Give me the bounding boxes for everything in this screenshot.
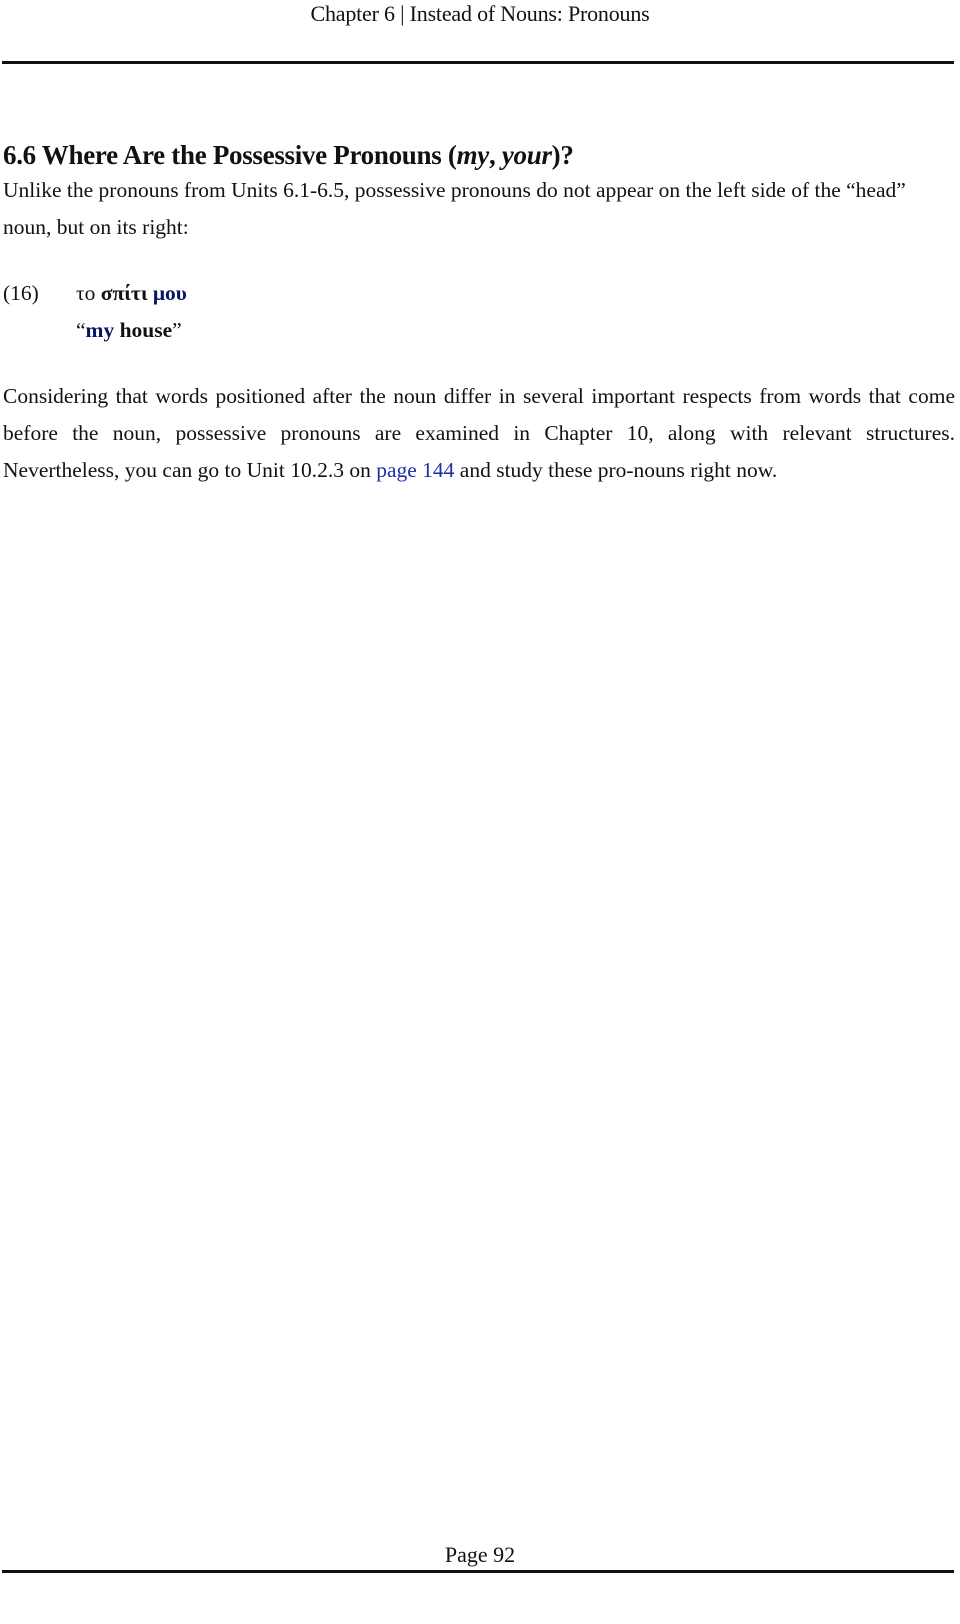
body-text-after-link: and study these pro-nouns right now.: [454, 458, 778, 482]
heading-em-your: your: [501, 140, 552, 170]
heading-suffix: )?: [551, 140, 574, 170]
page-number: Page 92: [444, 1542, 516, 1567]
example-number: (16): [3, 281, 39, 305]
translation-rest: house: [114, 318, 173, 342]
page-144-link[interactable]: page 144: [376, 458, 454, 482]
example-translation-line: “my house”: [76, 312, 182, 349]
close-quote: ”: [172, 318, 182, 342]
translation-pronoun: my: [85, 318, 115, 342]
body-paragraph: Considering that words positioned after …: [3, 378, 955, 489]
example-greek-line: το σπίτι μου: [76, 275, 187, 312]
greek-article: το: [76, 281, 101, 305]
section-heading: 6.6 Where Are the Possessive Pronouns (m…: [3, 138, 955, 172]
heading-em-my: my: [456, 140, 490, 170]
heading-prefix: 6.6 Where Are the Possessive Pronouns (: [3, 140, 457, 170]
header-rule: [2, 61, 954, 64]
running-header: Chapter 6 | Instead of Nouns: Pronouns: [310, 1, 650, 26]
page-content: 6.6 Where Are the Possessive Pronouns (m…: [3, 138, 955, 489]
greek-noun: σπίτι: [100, 281, 148, 305]
footer-rule: [2, 1570, 954, 1573]
heading-sep: ,: [488, 140, 502, 170]
example-16: (16) το σπίτι μου “my house”: [3, 275, 955, 349]
open-quote: “: [76, 318, 86, 342]
intro-paragraph: Unlike the pronouns from Units 6.1-6.5, …: [3, 178, 906, 239]
greek-pronoun: μου: [152, 281, 187, 305]
